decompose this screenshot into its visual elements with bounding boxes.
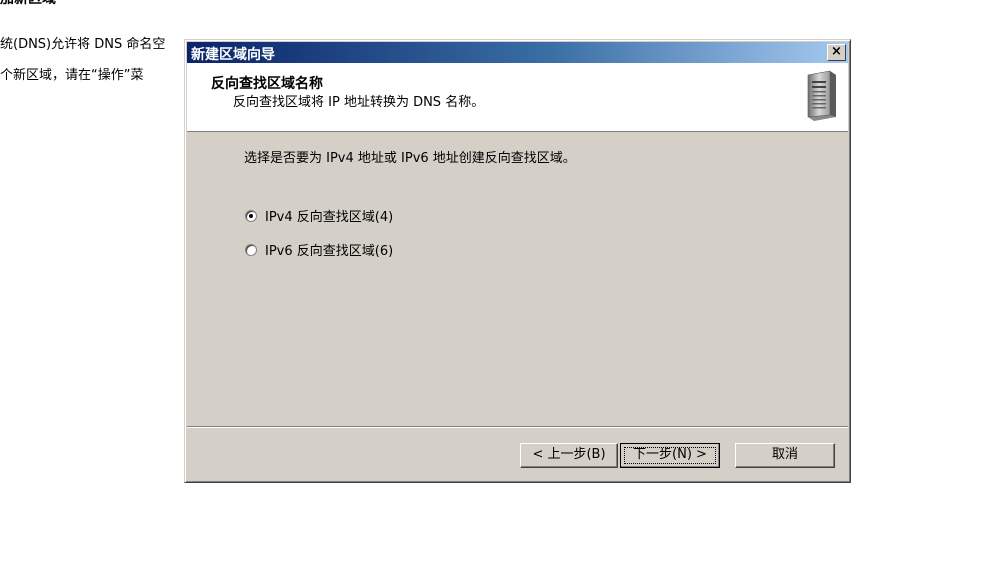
background-text-line-1: 统(DNS)允许将 DNS 命名空 [0, 37, 166, 52]
close-button[interactable]: × [827, 44, 846, 61]
dialog-titlebar[interactable]: 新建区域向导 × [187, 42, 848, 63]
wizard-header-title: 反向查找区域名称 [211, 76, 323, 92]
button-separator [187, 426, 848, 428]
close-icon: × [831, 44, 842, 59]
cancel-button[interactable]: 取消 [735, 443, 835, 468]
new-zone-wizard-dialog: 新建区域向导 × 反向查找区域名称 反向查找区域将 IP 地址转换为 DNS 名… [184, 39, 851, 483]
next-button-focus-rect [624, 447, 716, 464]
wizard-header: 反向查找区域名称 反向查找区域将 IP 地址转换为 DNS 名称。 [187, 63, 848, 132]
dialog-title: 新建区域向导 [191, 47, 275, 63]
radio-label-ipv4[interactable]: IPv4 反向查找区域(4) [265, 206, 393, 225]
next-button[interactable]: 下一步(N) > [620, 443, 720, 468]
radio-option-ipv4[interactable]: IPv4 反向查找区域(4) [245, 206, 393, 225]
background-heading: 添加新区域 [0, 0, 56, 8]
radio-label-ipv6[interactable]: IPv6 反向查找区域(6) [265, 240, 393, 259]
radio-option-ipv6[interactable]: IPv6 反向查找区域(6) [245, 240, 393, 259]
wizard-header-subtitle: 反向查找区域将 IP 地址转换为 DNS 名称。 [233, 95, 485, 110]
back-button[interactable]: < 上一步(B) [520, 443, 618, 468]
wizard-prompt: 选择是否要为 IPv4 地址或 IPv6 地址创建反向查找区域。 [244, 151, 576, 166]
radio-button-ipv4[interactable] [245, 209, 257, 222]
server-icon [807, 70, 836, 121]
background-text-line-2: 个新区域，请在“操作”菜 [0, 68, 144, 83]
radio-button-ipv6[interactable] [245, 243, 257, 256]
